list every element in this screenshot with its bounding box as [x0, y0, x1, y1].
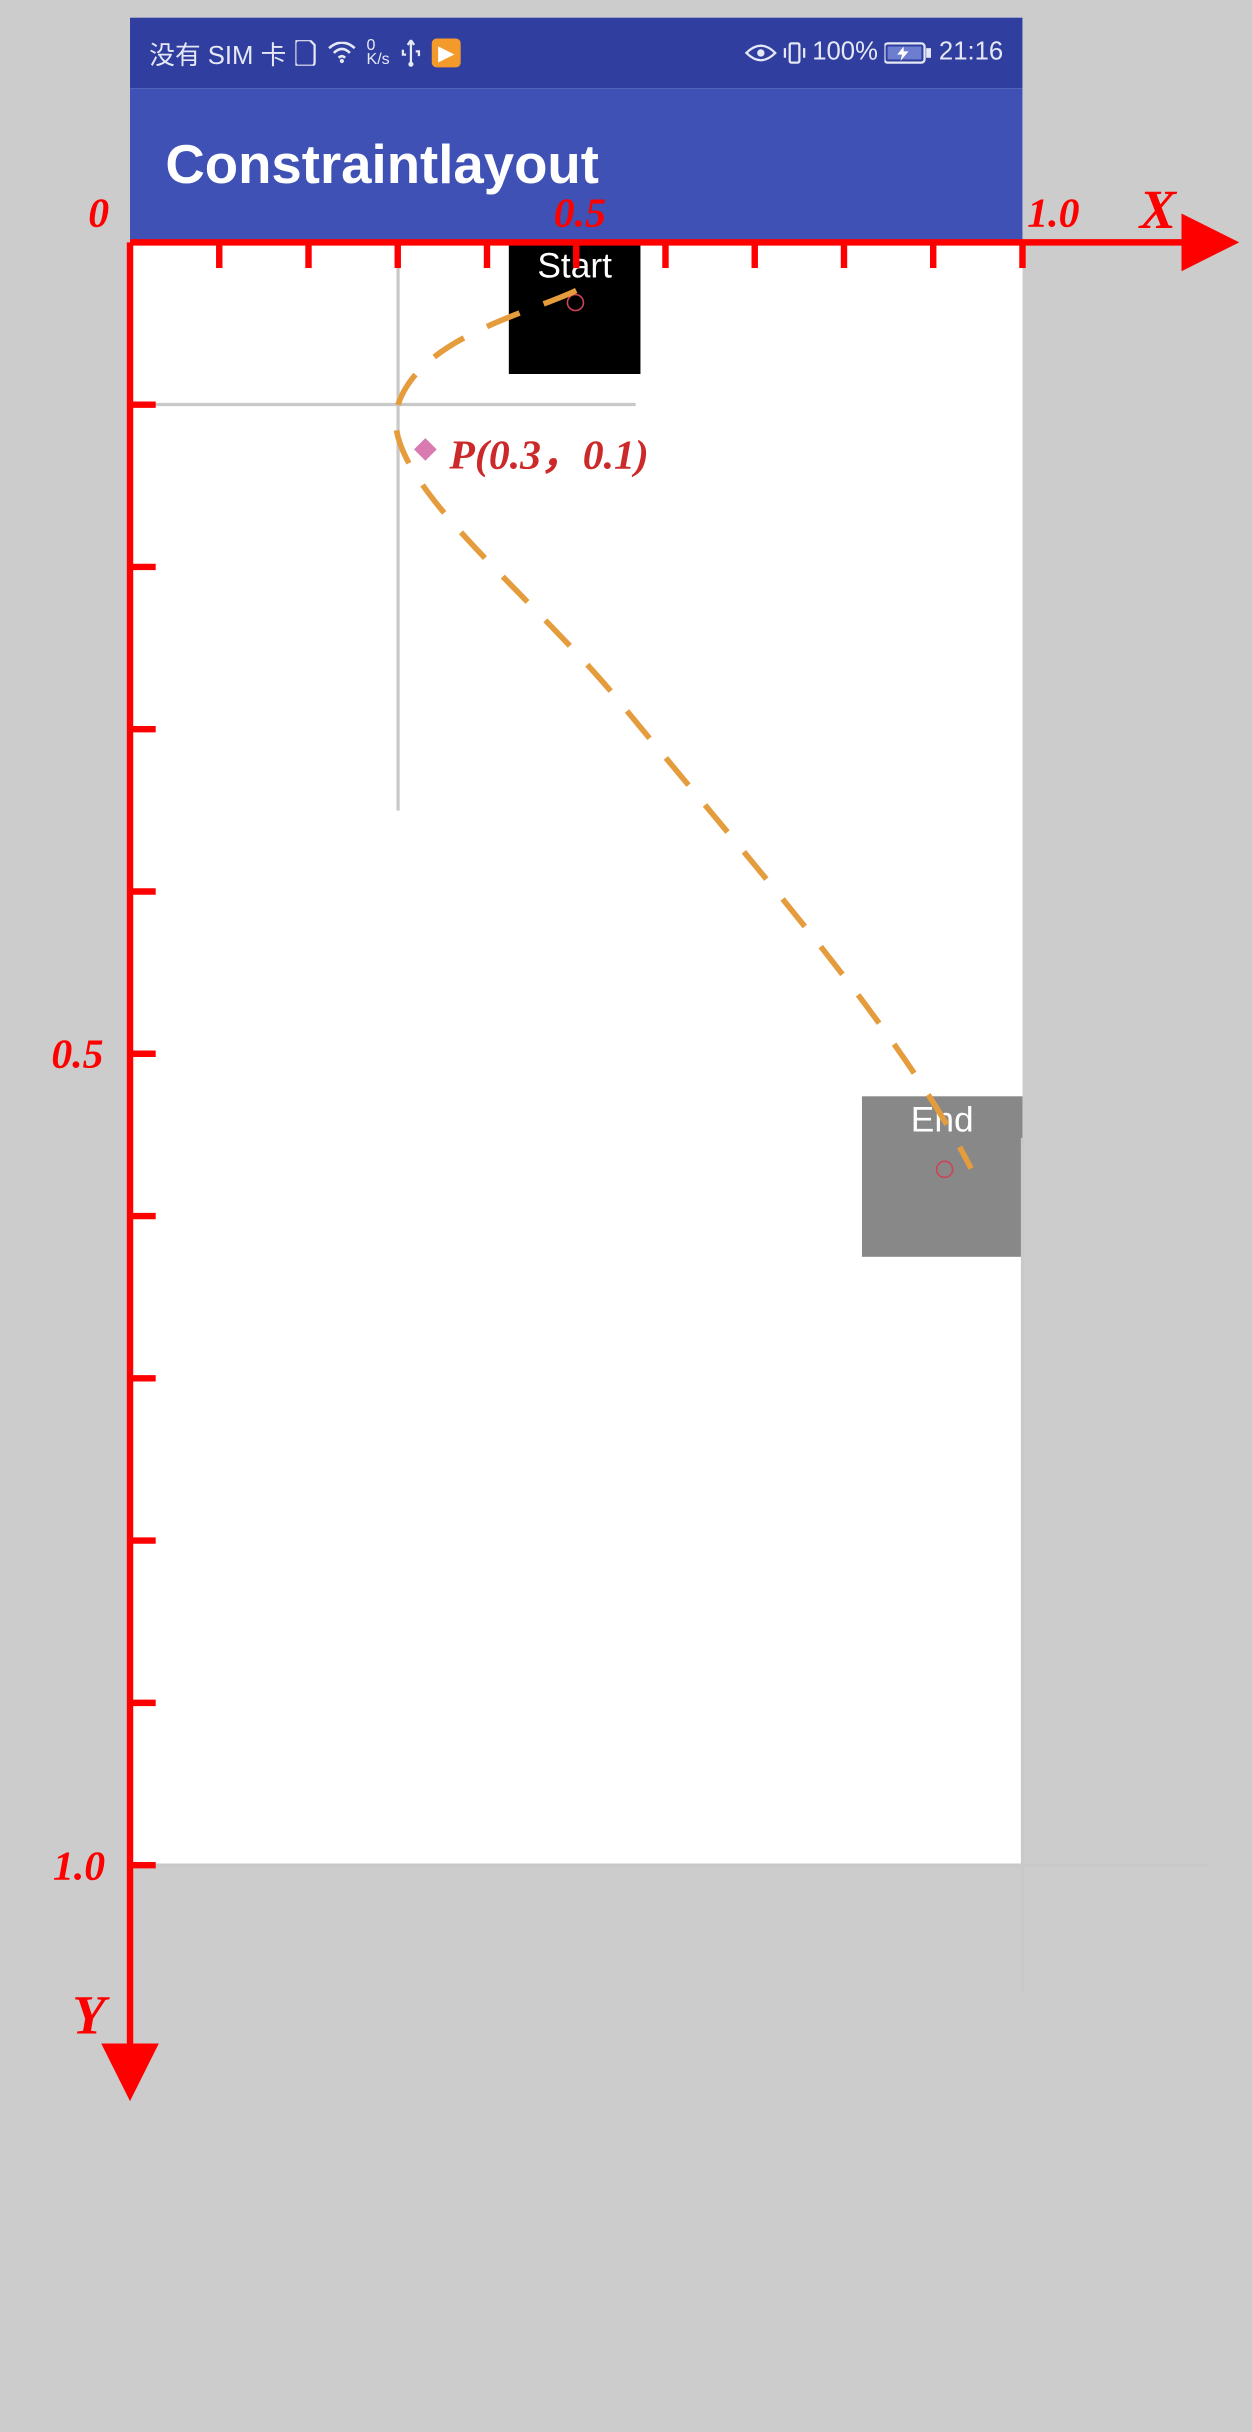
start-label: Start: [537, 246, 612, 286]
end-block[interactable]: End: [862, 1096, 1023, 1257]
status-bar: 没有 SIM 卡 0 K/s ▶: [130, 18, 1022, 89]
eye-icon: [745, 42, 777, 64]
axis-x-one: 1.0: [1027, 189, 1079, 237]
status-time: 21:16: [939, 39, 1003, 68]
usb-icon: [399, 39, 421, 68]
phone-frame: 没有 SIM 卡 0 K/s ▶: [130, 18, 1022, 1866]
axis-x-name: X: [1140, 181, 1176, 242]
sim-icon: [296, 40, 318, 66]
end-label: End: [911, 1100, 974, 1140]
vibrate-icon: [783, 40, 805, 66]
wifi-icon: [328, 42, 357, 64]
motion-canvas: Start End: [130, 242, 1022, 1865]
axis-y-half: 0.5: [51, 1030, 103, 1078]
p-label: P(0.3，0.1): [449, 422, 648, 481]
app-title: Constraintlayout: [165, 134, 599, 197]
status-battery-pct: 100%: [812, 39, 878, 68]
axis-y-name: Y: [72, 1987, 105, 2048]
media-app-icon: ▶: [431, 39, 460, 68]
axis-origin: 0: [88, 189, 109, 237]
status-sim: 没有 SIM 卡: [149, 34, 286, 73]
battery-icon: [884, 42, 932, 64]
status-speed-unit: K/s: [367, 53, 390, 67]
start-anchor-dot: [567, 294, 585, 312]
start-block[interactable]: Start: [509, 242, 641, 374]
axis-y-one: 1.0: [53, 1843, 105, 1891]
end-anchor-dot: [936, 1161, 954, 1179]
axis-x-half: 0.5: [554, 189, 606, 237]
